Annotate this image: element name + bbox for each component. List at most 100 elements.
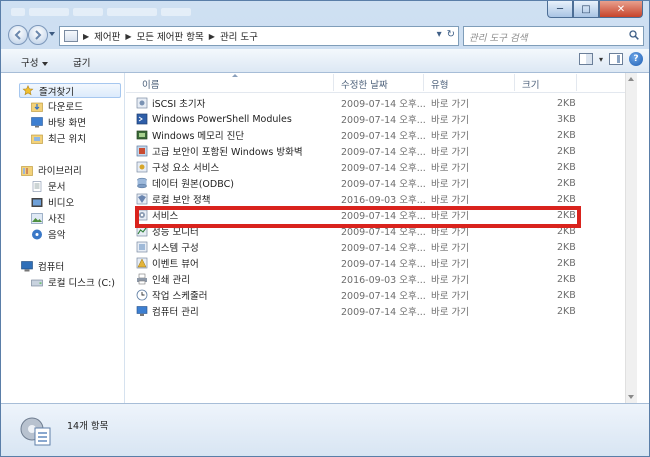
scroll-down-icon[interactable]: [628, 395, 634, 399]
preview-pane-icon[interactable]: [609, 53, 623, 65]
address-dropdown-icon[interactable]: ▾: [437, 29, 442, 40]
file-size: 2KB: [557, 161, 576, 173]
file-name: Windows PowerShell Modules: [152, 113, 292, 125]
recent-pages-dropdown[interactable]: [49, 32, 55, 36]
file-size: 3KB: [557, 113, 576, 125]
file-type: 바로 가기: [431, 179, 469, 190]
table-row[interactable]: 구성 요소 서비스 2009-07-14 오후... 바로 가기 2KB: [136, 159, 586, 175]
sidebar-item-music[interactable]: 음악: [31, 227, 65, 241]
search-placeholder: 관리 도구 검색: [469, 33, 528, 44]
sidebar-item-label: 문서: [48, 182, 66, 193]
close-button[interactable]: ✕: [599, 1, 643, 18]
back-button[interactable]: [8, 25, 28, 45]
maximize-button[interactable]: □: [573, 1, 599, 18]
breadcrumb-separator-icon[interactable]: ▶: [125, 32, 131, 41]
library-icon: [21, 165, 33, 176]
column-resize-handle[interactable]: [576, 74, 577, 91]
sidebar-item-label: 최근 위치: [48, 134, 86, 145]
column-resize-handle[interactable]: [514, 74, 515, 91]
sidebar-item-label: 라이브러리: [38, 166, 82, 177]
table-row[interactable]: Windows PowerShell Modules 2009-07-14 오후.…: [136, 111, 586, 127]
file-name: 이벤트 뷰어: [152, 259, 199, 270]
sidebar-item-downloads[interactable]: 다운로드: [31, 99, 83, 113]
content-area: 즐겨찾기 다운로드 바탕 화면 최근 위치 라이브러리 문서 비디오 사진 음악…: [1, 73, 649, 403]
arrow-left-icon: [14, 30, 21, 40]
forward-button[interactable]: [28, 25, 48, 45]
minimize-button[interactable]: ─: [547, 1, 573, 18]
sidebar-item-recent-places[interactable]: 최근 위치: [31, 131, 86, 145]
table-row[interactable]: 로컬 보안 정책 2016-09-03 오후... 바로 가기 2KB: [136, 191, 586, 207]
sidebar-item-videos[interactable]: 비디오: [31, 195, 74, 209]
printer-icon: [137, 273, 147, 285]
scroll-up-icon[interactable]: [628, 77, 634, 81]
sidebar-item-desktop[interactable]: 바탕 화면: [31, 115, 86, 129]
column-header-type[interactable]: 유형: [431, 77, 448, 91]
file-size: 2KB: [557, 177, 576, 189]
breadcrumb-admin-tools[interactable]: 관리 도구: [220, 29, 258, 43]
recent-places-icon: [31, 134, 43, 144]
change-view-icon[interactable]: [578, 53, 593, 65]
file-type: 바로 가기: [431, 147, 469, 158]
table-row[interactable]: 시스템 구성 2009-07-14 오후... 바로 가기 2KB: [136, 239, 586, 255]
search-box[interactable]: 관리 도구 검색: [463, 26, 644, 46]
shortcut-icon: [136, 145, 148, 157]
sort-ascending-icon: [232, 74, 238, 77]
sidebar-item-favorites[interactable]: 즐겨찾기: [19, 83, 121, 98]
sidebar-item-documents[interactable]: 문서: [31, 179, 65, 193]
column-header-date[interactable]: 수정한 날짜: [341, 77, 388, 91]
address-actions: ▾ ↻: [437, 29, 455, 40]
file-type: 바로 가기: [431, 307, 469, 318]
column-header-size[interactable]: 크기: [522, 77, 539, 91]
table-row[interactable]: iSCSI 초기자 2009-07-14 오후... 바로 가기 2KB: [136, 95, 586, 111]
vertical-scrollbar[interactable]: [625, 73, 637, 403]
file-name: 컴퓨터 관리: [152, 307, 199, 318]
table-row[interactable]: Windows 메모리 진단 2009-07-14 오후... 바로 가기 2KB: [136, 127, 586, 143]
help-icon[interactable]: ?: [629, 52, 643, 66]
burn-button[interactable]: 굽기: [73, 55, 90, 69]
table-row[interactable]: 데이터 원본(ODBC) 2009-07-14 오후... 바로 가기 2KB: [136, 175, 586, 191]
file-type: 바로 가기: [431, 259, 469, 270]
sidebar-item-label: 즐겨찾기: [39, 86, 74, 98]
file-date: 2009-07-14 오후...: [341, 307, 426, 318]
column-resize-handle[interactable]: [333, 74, 334, 91]
arrow-right-icon: [35, 30, 42, 40]
file-date: 2016-09-03 오후...: [341, 275, 426, 286]
breadcrumb-all-items[interactable]: 모든 제어판 항목: [137, 29, 204, 43]
sidebar-item-label: 다운로드: [48, 102, 83, 113]
address-bar[interactable]: ▶ 제어판 ▶ 모든 제어판 항목 ▶ 관리 도구 ▾ ↻: [59, 26, 459, 46]
file-size: 2KB: [557, 97, 576, 109]
file-type: 바로 가기: [431, 291, 469, 302]
breadcrumb-separator-icon[interactable]: ▶: [83, 32, 89, 41]
table-row[interactable]: 작업 스케줄러 2009-07-14 오후... 바로 가기 2KB: [136, 287, 586, 303]
table-row[interactable]: 고급 보안이 포함된 Windows 방화벽 2009-07-14 오후... 바로…: [136, 143, 586, 159]
pictures-icon: [31, 212, 43, 224]
file-type: 바로 가기: [431, 275, 469, 286]
sidebar-item-label: 비디오: [48, 198, 75, 209]
shortcut-icon: [136, 97, 148, 109]
organize-button[interactable]: 구성: [21, 55, 49, 69]
column-header-name[interactable]: 이름: [142, 77, 159, 91]
clock-icon: [136, 289, 148, 301]
star-icon: [22, 85, 34, 96]
table-row[interactable]: 이벤트 뷰어 2009-07-14 오후... 바로 가기 2KB: [136, 255, 586, 271]
sidebar-item-label: 사진: [48, 214, 66, 225]
table-row[interactable]: 컴퓨터 관리 2009-07-14 오후... 바로 가기 2KB: [136, 303, 586, 319]
file-date: 2009-07-14 오후...: [341, 243, 426, 254]
sidebar-item-pictures[interactable]: 사진: [31, 211, 65, 225]
organize-label: 구성: [21, 58, 39, 69]
column-resize-handle[interactable]: [423, 74, 424, 91]
refresh-icon[interactable]: ↻: [447, 29, 455, 40]
breadcrumb-control-panel[interactable]: 제어판: [94, 29, 120, 43]
shortcut-icon: [137, 177, 147, 189]
sidebar-item-local-disk[interactable]: 로컬 디스크 (C:): [31, 275, 115, 289]
sidebar-item-computer[interactable]: 컴퓨터: [21, 259, 64, 273]
view-controls: ▾ ?: [578, 52, 643, 66]
sidebar-item-libraries[interactable]: 라이브러리: [21, 163, 82, 177]
breadcrumb-separator-icon[interactable]: ▶: [209, 32, 215, 41]
search-icon[interactable]: [629, 30, 639, 40]
file-date: 2009-07-14 오후...: [341, 291, 426, 302]
table-row[interactable]: 인쇄 관리 2016-09-03 오후... 바로 가기 2KB: [136, 271, 586, 287]
view-options-dropdown-icon[interactable]: ▾: [599, 55, 603, 64]
title-bar[interactable]: ─ □ ✕: [1, 1, 649, 23]
desktop-icon: [31, 116, 43, 127]
